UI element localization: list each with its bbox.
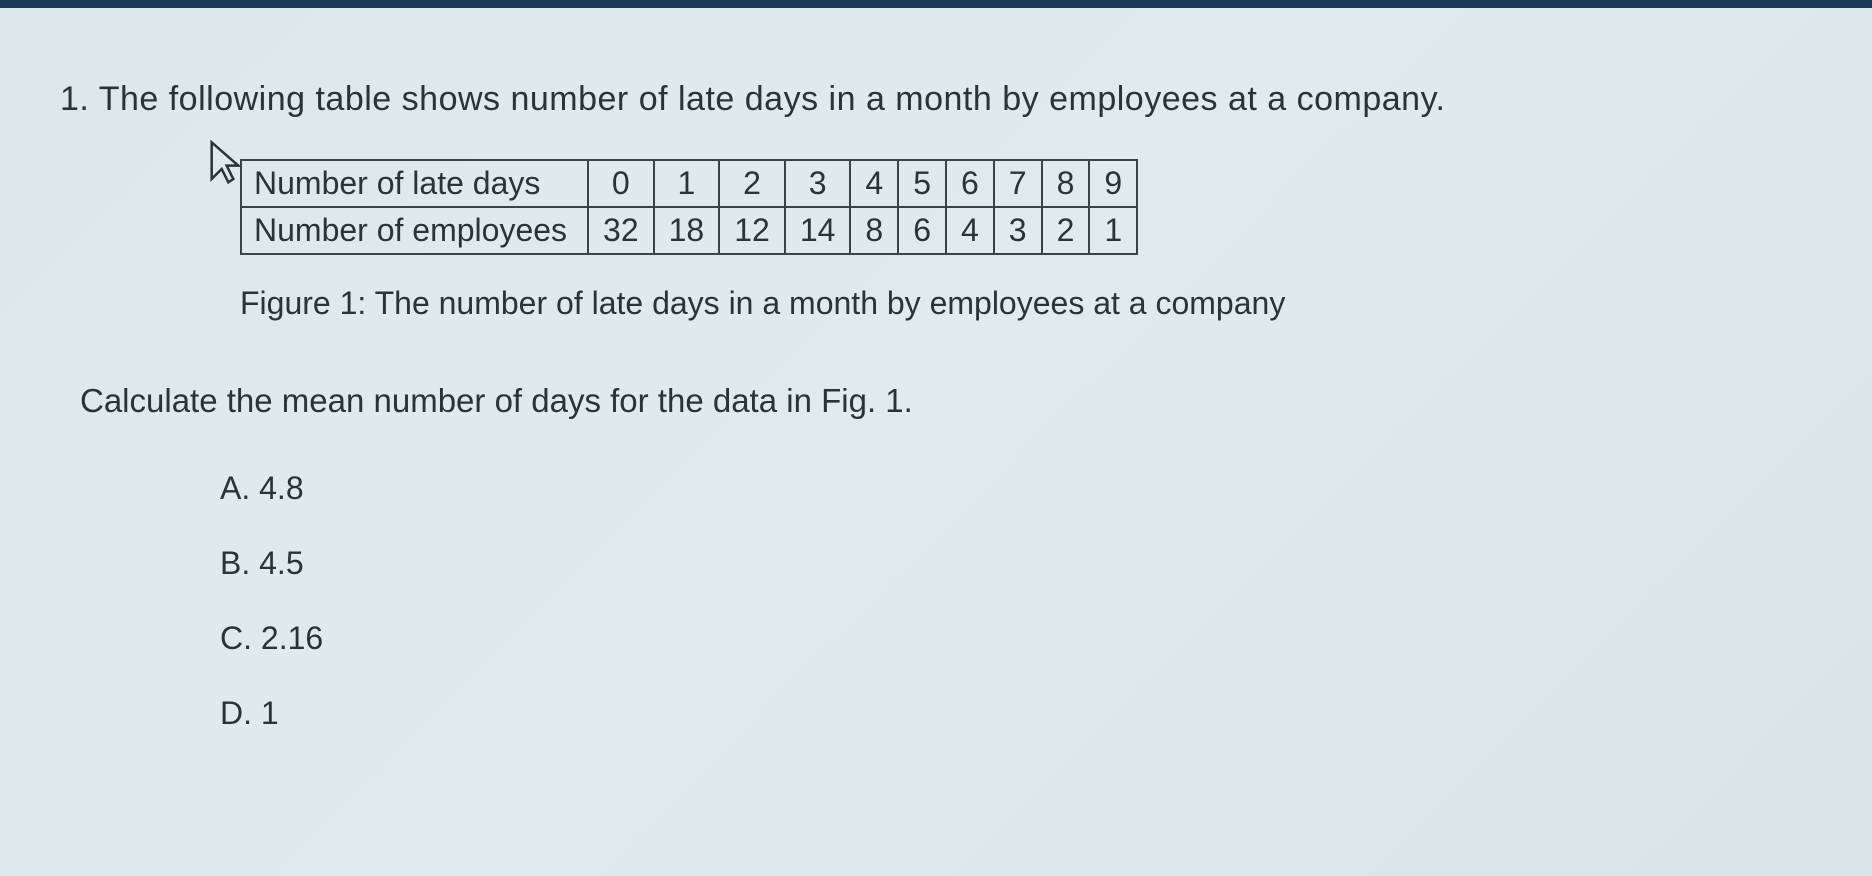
option-a[interactable]: A. 4.8 — [220, 470, 1812, 507]
table-cell: 8 — [850, 207, 898, 254]
option-c[interactable]: C. 2.16 — [220, 620, 1812, 657]
table-cell: 9 — [1089, 160, 1137, 207]
data-table-container: Number of late days 0 1 2 3 4 5 6 7 8 9 … — [240, 159, 1812, 255]
table-cell: 7 — [994, 160, 1042, 207]
table-cell: 0 — [588, 160, 654, 207]
table-cell: 32 — [588, 207, 654, 254]
question-block: 1. The following table shows number of l… — [60, 80, 1812, 732]
table-cell: 4 — [946, 207, 994, 254]
table-row: Number of employees 32 18 12 14 8 6 4 3 … — [241, 207, 1137, 254]
row-label-employees: Number of employees — [241, 207, 588, 254]
table-cell: 2 — [719, 160, 785, 207]
question-body: The following table shows number of late… — [99, 80, 1446, 118]
data-table: Number of late days 0 1 2 3 4 5 6 7 8 9 … — [240, 159, 1138, 255]
question-text: 1. The following table shows number of l… — [60, 80, 1812, 119]
answer-options: A. 4.8 B. 4.5 C. 2.16 D. 1 — [220, 470, 1812, 732]
table-cell: 1 — [1089, 207, 1137, 254]
cursor-icon — [205, 139, 245, 189]
figure-caption: Figure 1: The number of late days in a m… — [240, 285, 1812, 322]
table-cell: 2 — [1042, 207, 1090, 254]
table-cell: 18 — [654, 207, 720, 254]
table-cell: 1 — [654, 160, 720, 207]
table-cell: 14 — [785, 207, 851, 254]
instruction-text: Calculate the mean number of days for th… — [80, 382, 1812, 420]
table-cell: 5 — [898, 160, 946, 207]
table-cell: 12 — [719, 207, 785, 254]
table-cell: 3 — [994, 207, 1042, 254]
table-cell: 3 — [785, 160, 851, 207]
table-cell: 4 — [850, 160, 898, 207]
table-cell: 6 — [898, 207, 946, 254]
table-row: Number of late days 0 1 2 3 4 5 6 7 8 9 — [241, 160, 1137, 207]
option-d[interactable]: D. 1 — [220, 695, 1812, 732]
option-b[interactable]: B. 4.5 — [220, 545, 1812, 582]
table-cell: 8 — [1042, 160, 1090, 207]
row-label-late-days: Number of late days — [241, 160, 588, 207]
question-number: 1. — [60, 80, 89, 118]
table-cell: 6 — [946, 160, 994, 207]
